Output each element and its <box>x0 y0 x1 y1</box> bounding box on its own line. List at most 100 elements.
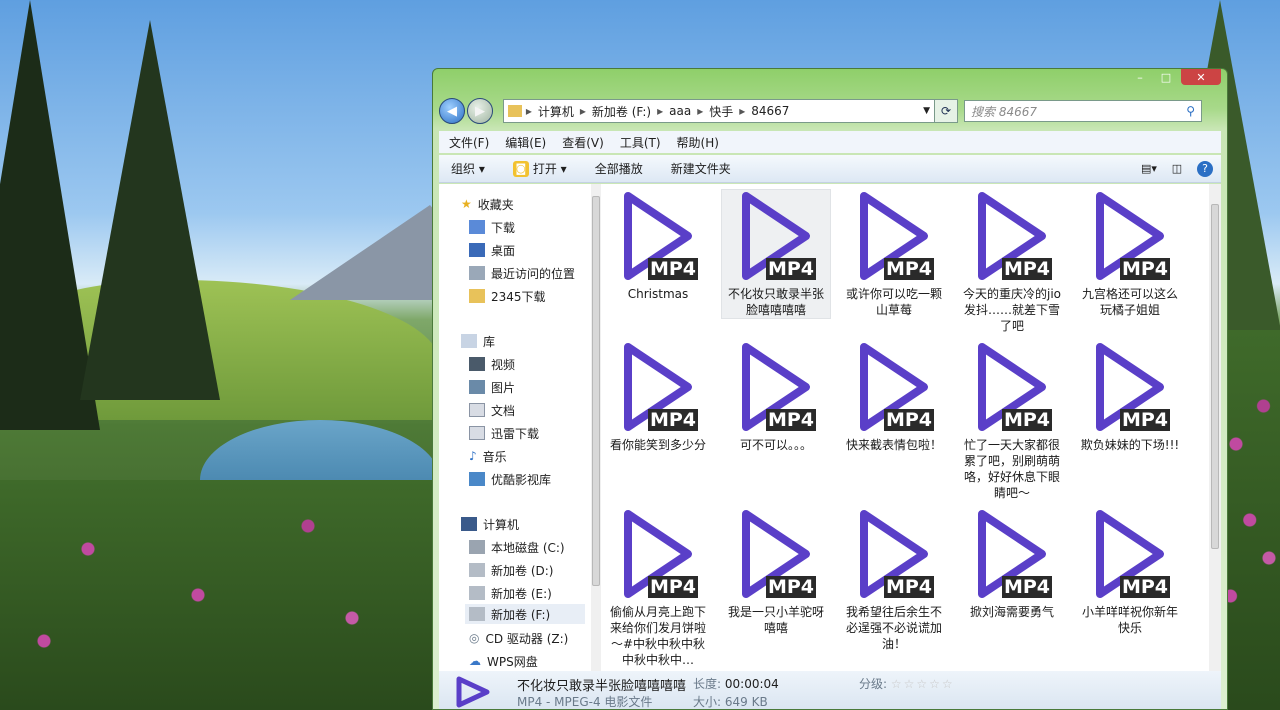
mp4-badge: MP4 <box>883 258 934 280</box>
file-item[interactable]: MP4 Christmas <box>604 190 712 302</box>
nav-youku-library[interactable]: 优酷影视库 <box>469 469 551 489</box>
file-item[interactable]: MP4 或许你可以吃一颗山草莓 <box>840 190 948 318</box>
file-name: Christmas <box>627 287 689 301</box>
selected-file-title: 不化妆只敢录半张脸嘻嘻嘻嘻 <box>517 679 687 694</box>
file-name: 九宫格还可以这么玩橘子姐姐 <box>1081 287 1178 317</box>
nav-downloads[interactable]: 下载 <box>469 217 515 237</box>
minimize-button[interactable]: – <box>1129 69 1151 85</box>
menu-file[interactable]: 文件(F) <box>449 134 489 151</box>
file-name: 不化妆只敢录半张脸嘻嘻嘻嘻 <box>727 287 824 317</box>
nav-drive-e[interactable]: 新加卷 (E:) <box>469 583 552 603</box>
file-grid: MP4 Christmas MP4 不化妆只敢录半张脸嘻嘻嘻嘻 MP4 或许你可以吃一颗山… <box>604 189 1205 671</box>
menu-help[interactable]: 帮助(H) <box>677 134 719 151</box>
nav-2345-downloads[interactable]: 2345下载 <box>469 286 546 306</box>
file-item[interactable]: MP4 掀刘海需要勇气 <box>958 508 1066 620</box>
nav-item-label: 2345下载 <box>491 289 546 304</box>
file-item[interactable]: MP4 偷偷从月亮上跑下来给你们发月饼啦～#中秋中秋中秋中秋中秋中… <box>604 508 712 668</box>
mp4-badge: MP4 <box>647 258 698 280</box>
address-bar[interactable]: ▸ 计算机 ▸ 新加卷 (F:) ▸ aaa ▸ 快手 ▸ 84667 ▼ <box>503 99 935 123</box>
nav-cd-drive[interactable]: ◎ CD 驱动器 (Z:) <box>469 628 568 648</box>
nav-wps-cloud[interactable]: ☁ WPS网盘 <box>469 651 538 671</box>
nav-drive-d[interactable]: 新加卷 (D:) <box>469 560 553 580</box>
refresh-button[interactable]: ⟳ <box>935 99 958 123</box>
view-options-icon[interactable]: ▤▾ <box>1141 161 1157 177</box>
mp4-badge: MP4 <box>1119 258 1170 280</box>
organize-button[interactable]: 组织 ▾ <box>451 160 485 177</box>
search-box[interactable]: 搜索 84667 ⚲ <box>964 100 1202 122</box>
file-name: 掀刘海需要勇气 <box>969 605 1054 619</box>
menu-bar: 文件(F) 编辑(E) 查看(V) 工具(T) 帮助(H) <box>439 131 1221 153</box>
file-item[interactable]: MP4 我是一只小羊驼呀嘻嘻 <box>722 508 830 636</box>
details-pane: 不化妆只敢录半张脸嘻嘻嘻嘻 MP4 - MPEG-4 电影文件 长度: 00:0… <box>439 671 1221 709</box>
file-scrollbar[interactable] <box>1209 184 1221 671</box>
back-button[interactable]: ◀ <box>439 98 465 124</box>
drive-icon <box>469 540 485 554</box>
nav-libraries[interactable]: 库 <box>461 331 495 351</box>
maximize-button[interactable]: □ <box>1155 69 1177 85</box>
file-name: 今天的重庆冷的jio发抖……就差下雪了吧 <box>962 287 1061 333</box>
address-dropdown-icon[interactable]: ▼ <box>923 106 930 116</box>
nav-item-label: 下载 <box>491 220 516 235</box>
nav-favorites[interactable]: ★ 收藏夹 <box>461 194 514 214</box>
nav-item-label: 迅雷下载 <box>491 426 540 441</box>
breadcrumb-drive-f[interactable]: 新加卷 (F:) <box>586 103 657 120</box>
library-icon <box>461 334 477 348</box>
selected-file-type: MP4 - MPEG-4 电影文件 <box>517 695 653 709</box>
file-item[interactable]: MP4 忙了一天大家都很累了吧，别刷萌萌咯，好好休息下眼睛吧～ <box>958 341 1066 501</box>
nav-xunlei-downloads[interactable]: 迅雷下载 <box>469 423 539 443</box>
play-all-button[interactable]: 全部播放 <box>595 160 643 177</box>
nav-scrollbar[interactable] <box>591 184 601 671</box>
file-item[interactable]: MP4 欺负妹妹的下场!!! <box>1076 341 1184 453</box>
mp4-file-icon: MP4 <box>736 508 816 604</box>
open-button[interactable]: ◙ 打开 ▾ <box>512 160 567 177</box>
file-item[interactable]: MP4 可不可以。。。 <box>722 341 830 453</box>
nav-item-label: 优酷影视库 <box>491 472 552 487</box>
file-item[interactable]: MP4 我希望往后余生不必逞强不必说谎加油！ <box>840 508 948 652</box>
menu-tools[interactable]: 工具(T) <box>620 134 661 151</box>
nav-drive-f[interactable]: 新加卷 (F:) <box>465 604 585 624</box>
nav-computer[interactable]: 计算机 <box>461 514 519 534</box>
file-item[interactable]: MP4 九宫格还可以这么玩橘子姐姐 <box>1076 190 1184 318</box>
breadcrumb-computer[interactable]: 计算机 <box>532 103 580 120</box>
nav-scrollbar-thumb[interactable] <box>592 196 600 586</box>
rating-stars[interactable]: ☆☆☆☆☆ <box>891 677 955 691</box>
file-name: 或许你可以吃一颗山草莓 <box>845 287 942 317</box>
forward-button[interactable]: ▶ <box>467 98 493 124</box>
nav-item-label: WPS网盘 <box>487 654 538 669</box>
menu-view[interactable]: 查看(V) <box>562 134 604 151</box>
nav-documents[interactable]: 文档 <box>469 400 515 420</box>
new-folder-button[interactable]: 新建文件夹 <box>671 160 731 177</box>
file-item[interactable]: MP4 今天的重庆冷的jio发抖……就差下雪了吧 <box>958 190 1066 334</box>
file-name: 快来截表情包啦！ <box>845 438 942 452</box>
nav-item-label: 视频 <box>491 357 516 372</box>
desktop-icon <box>469 243 485 257</box>
breadcrumb-kuaishou[interactable]: 快手 <box>703 103 739 120</box>
nav-desktop[interactable]: 桌面 <box>469 240 515 260</box>
preview-pane-icon[interactable]: ◫ <box>1169 161 1185 177</box>
file-item[interactable]: MP4 快来截表情包啦！ <box>840 341 948 453</box>
mp4-file-icon: MP4 <box>1090 508 1170 604</box>
nav-drive-c[interactable]: 本地磁盘 (C:) <box>469 537 565 557</box>
file-name: 小羊咩咩祝你新年快乐 <box>1081 605 1178 635</box>
file-item[interactable]: MP4 看你能笑到多少分 <box>604 341 712 453</box>
breadcrumb-aaa[interactable]: aaa <box>663 104 697 118</box>
file-scrollbar-thumb[interactable] <box>1211 204 1219 549</box>
breadcrumb-current[interactable]: 84667 <box>745 104 795 118</box>
help-icon[interactable]: ? <box>1197 160 1213 177</box>
file-item[interactable]: MP4 小羊咩咩祝你新年快乐 <box>1076 508 1184 636</box>
drive-icon <box>469 586 485 600</box>
file-item[interactable]: MP4 不化妆只敢录半张脸嘻嘻嘻嘻 <box>721 189 831 319</box>
nav-pictures[interactable]: 图片 <box>469 377 515 397</box>
navigation-bar: ◀ ▶ ▸ 计算机 ▸ 新加卷 (F:) ▸ aaa ▸ 快手 ▸ 84667 … <box>439 97 1221 125</box>
nav-videos[interactable]: 视频 <box>469 354 515 374</box>
file-name: 忙了一天大家都很累了吧，别刷萌萌咯，好好休息下眼睛吧～ <box>963 438 1060 500</box>
downloads-folder-icon <box>469 220 485 234</box>
mp4-file-icon: MP4 <box>1090 341 1170 437</box>
menu-edit[interactable]: 编辑(E) <box>505 134 546 151</box>
nav-recent-places[interactable]: 最近访问的位置 <box>469 263 575 283</box>
nav-computer-label: 计算机 <box>483 517 520 532</box>
close-button[interactable]: ✕ <box>1181 69 1221 85</box>
mp4-file-icon: MP4 <box>972 508 1052 604</box>
nav-music[interactable]: ♪ 音乐 <box>469 446 507 466</box>
mp4-file-icon: MP4 <box>736 190 816 286</box>
